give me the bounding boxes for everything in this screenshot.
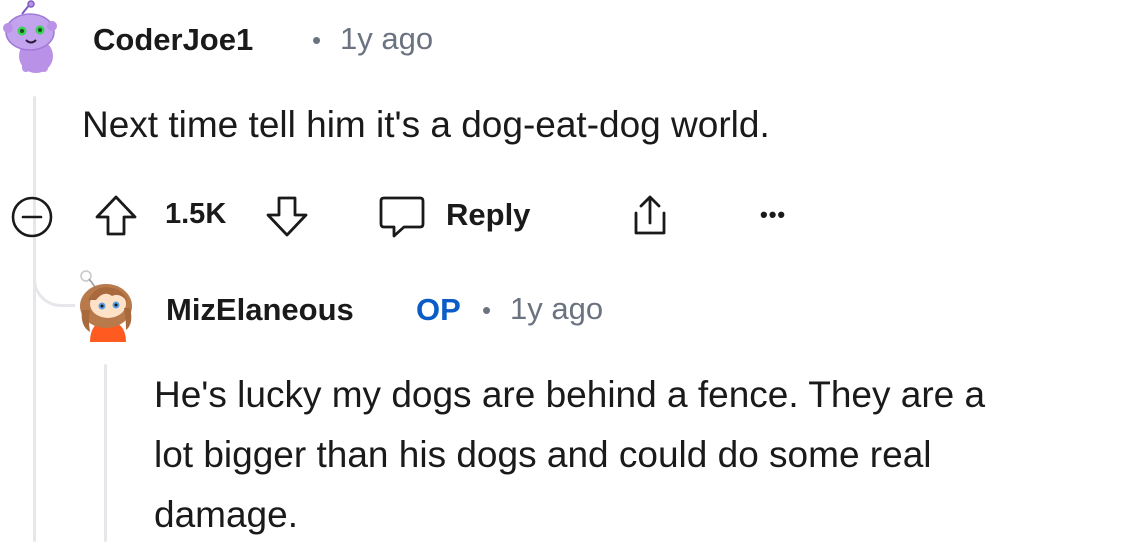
collapse-button[interactable] <box>10 195 54 239</box>
reply-body-line: lot bigger than his dogs and could do so… <box>154 434 932 475</box>
thread-branch-line <box>33 262 75 307</box>
downvote-button[interactable] <box>264 193 310 239</box>
meta-separator: • <box>482 295 492 325</box>
reply-body-line: damage. <box>154 494 298 535</box>
snoo-avatar-icon <box>80 270 132 342</box>
comment-username[interactable]: CoderJoe1 <box>93 22 253 58</box>
share-icon <box>634 195 666 235</box>
collapse-minus-icon <box>11 196 53 238</box>
reply-label: Reply <box>446 197 531 232</box>
comment-timestamp: 1y ago <box>340 21 434 56</box>
op-badge: OP <box>416 292 461 327</box>
reply-thread-line <box>104 364 107 542</box>
reply-timestamp: 1y ago <box>510 291 604 326</box>
reply-button[interactable]: Reply <box>378 194 548 238</box>
thread-line <box>33 96 36 542</box>
avatar[interactable] <box>0 0 68 74</box>
reply-avatar[interactable] <box>76 270 138 342</box>
upvote-arrow-icon <box>95 195 137 236</box>
meta-separator: • <box>312 25 322 55</box>
reply-body: He's lucky my dogs are behind a fence. T… <box>154 365 985 545</box>
more-options-button[interactable]: ••• <box>760 202 786 228</box>
comment-body: Next time tell him it's a dog-eat-dog wo… <box>82 104 770 145</box>
reply-body-line: He's lucky my dogs are behind a fence. T… <box>154 374 986 415</box>
share-button[interactable] <box>626 193 674 239</box>
reply-username[interactable]: MizElaneous <box>166 292 354 328</box>
downvote-arrow-icon <box>266 196 308 237</box>
upvote-button[interactable] <box>93 193 139 239</box>
snoo-avatar-icon <box>3 0 57 73</box>
speech-bubble-icon <box>379 196 425 238</box>
vote-count: 1.5K <box>165 198 227 230</box>
